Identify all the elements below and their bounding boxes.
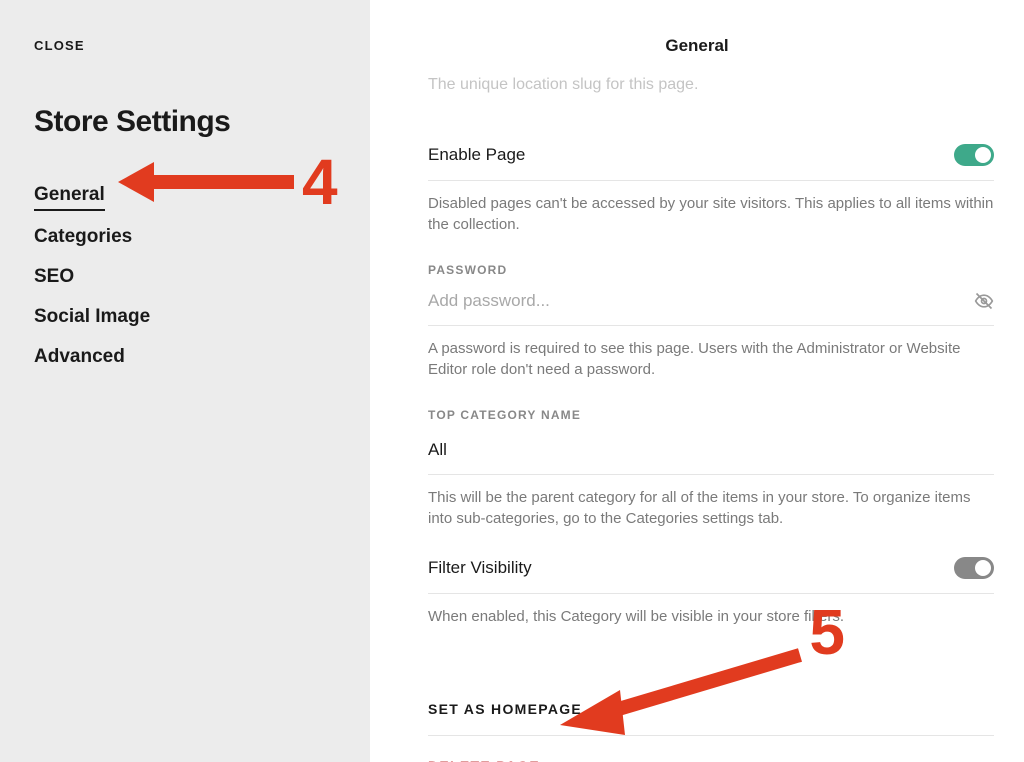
enable-page-toggle[interactable] (954, 144, 994, 166)
sidebar-item-general[interactable]: General (34, 175, 105, 211)
filter-visibility-row: Filter Visibility (428, 543, 994, 594)
close-button[interactable]: CLOSE (34, 38, 336, 53)
toggle-knob (975, 147, 991, 163)
toggle-knob (975, 560, 991, 576)
password-input[interactable] (428, 291, 974, 311)
sidebar-item-advanced[interactable]: Advanced (34, 337, 336, 377)
sidebar-item-categories[interactable]: Categories (34, 217, 336, 257)
password-input-row (428, 281, 994, 326)
delete-page-button[interactable]: DELETE PAGE (428, 754, 540, 762)
slug-hint-truncated: The unique location slug for this page. (428, 76, 994, 94)
filter-visibility-label: Filter Visibility (428, 558, 532, 578)
filter-visibility-help: When enabled, this Category will be visi… (428, 594, 994, 655)
password-help: A password is required to see this page.… (428, 326, 994, 408)
top-category-section-label: TOP CATEGORY NAME (428, 408, 994, 422)
main-body: The unique location slug for this page. … (370, 76, 1024, 762)
top-category-help: This will be the parent category for all… (428, 475, 994, 543)
page-title: General (370, 0, 1024, 76)
sidebar-item-social-image[interactable]: Social Image (34, 297, 336, 337)
sidebar-title: Store Settings (34, 105, 336, 139)
main-panel: General The unique location slug for thi… (370, 0, 1024, 762)
sidebar: CLOSE Store Settings General Categories … (0, 0, 370, 762)
enable-page-label: Enable Page (428, 145, 525, 165)
enable-page-row: Enable Page (428, 130, 994, 181)
sidebar-item-seo[interactable]: SEO (34, 257, 336, 297)
password-section-label: PASSWORD (428, 263, 994, 277)
top-category-value[interactable]: All (428, 426, 994, 475)
enable-page-help: Disabled pages can't be accessed by your… (428, 181, 994, 263)
set-as-homepage-button[interactable]: SET AS HOMEPAGE (428, 683, 994, 736)
filter-visibility-toggle[interactable] (954, 557, 994, 579)
eye-hidden-icon[interactable] (974, 291, 994, 311)
